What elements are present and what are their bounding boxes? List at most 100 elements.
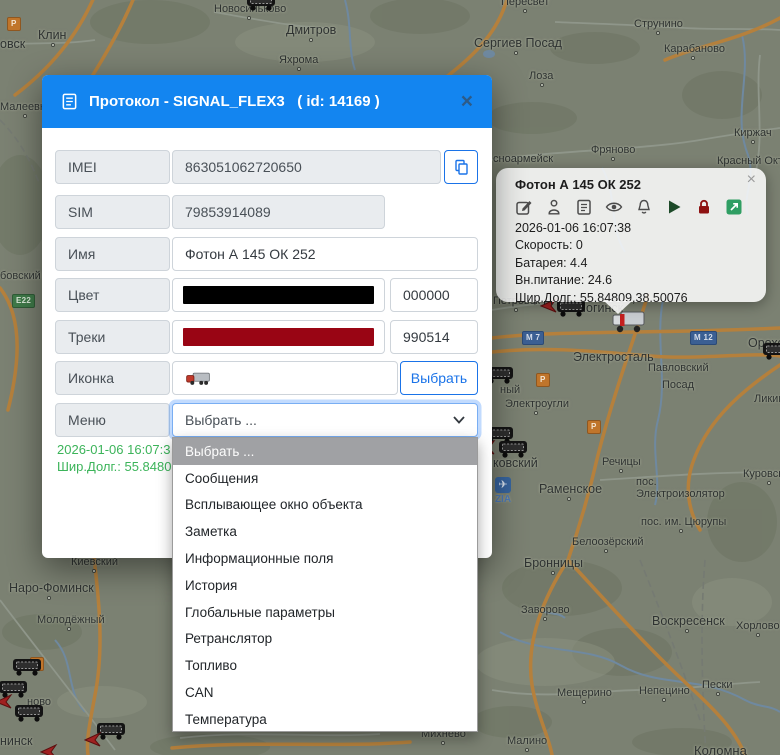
map-place-label: Карабаново <box>664 43 725 55</box>
modal-close-icon[interactable]: × <box>461 91 473 112</box>
external-link-icon[interactable] <box>725 198 743 216</box>
map-place-label: Павловский <box>648 362 709 374</box>
person-icon[interactable] <box>545 198 563 216</box>
chevron-down-icon <box>453 416 465 424</box>
choose-icon-button[interactable]: Выбрать <box>400 361 478 395</box>
map-place-label: ный <box>500 384 520 396</box>
road-badge: М 12 <box>690 331 717 345</box>
town-dot <box>551 571 555 575</box>
dropdown-option[interactable]: История <box>173 572 477 599</box>
status-coords: Шир.Долг.: 55.84809,38.50076 <box>57 458 171 475</box>
dropdown-option[interactable]: Всплывающее окно объекта <box>173 492 477 519</box>
direction-arrow-marker[interactable] <box>84 732 102 747</box>
dropdown-option[interactable]: Ретранслятор <box>173 626 477 653</box>
tracks-hex-field[interactable]: 990514 <box>390 320 478 354</box>
map-place-label: Заворово <box>521 604 570 616</box>
map-place-label: Посад <box>662 379 694 391</box>
modal-header: Протокол - SIGNAL_FLEX3 ( id: 14169 ) × <box>42 75 492 128</box>
icon-label: Иконка <box>55 361 170 395</box>
vehicle-marker[interactable] <box>762 340 780 360</box>
town-dot <box>540 83 544 87</box>
menu-label: Меню <box>55 403 170 437</box>
map-place-label: Яхрома <box>279 54 318 66</box>
status-datetime: 2026-01-06 16:07:38 <box>57 441 171 458</box>
dropdown-option[interactable]: Сообщения <box>173 465 477 492</box>
map-place-label: пос. <box>636 476 657 488</box>
sim-field[interactable]: 79853914089 <box>172 195 385 229</box>
road-badge: Р <box>536 373 550 387</box>
town-dot <box>247 16 251 20</box>
town-dot <box>309 38 313 42</box>
direction-arrow-marker[interactable] <box>0 694 13 709</box>
map-place-label: Клин <box>38 28 66 42</box>
town-dot <box>662 698 666 702</box>
eye-icon[interactable] <box>605 198 623 216</box>
town-dot <box>756 633 760 637</box>
road-badge: Р <box>587 420 601 434</box>
tracks-label: Треки <box>55 320 170 354</box>
menu-select[interactable]: Выбрать ... <box>172 403 478 437</box>
object-popup: × Фотон А 145 ОК 252 2026-01-06 16:07:38… <box>496 168 766 302</box>
map-place-label: Струнино <box>634 18 683 30</box>
lock-icon[interactable] <box>695 198 713 216</box>
road-badge: Р <box>7 17 21 31</box>
town-dot <box>523 9 527 13</box>
airport-marker: ✈ZIA <box>494 477 512 505</box>
map-place-label: Красный Октябрь <box>717 155 780 167</box>
color-hex-field[interactable]: 000000 <box>390 278 478 312</box>
map-place-label: нинск <box>0 734 33 748</box>
road-badge: М 7 <box>522 331 544 345</box>
bell-icon[interactable] <box>635 198 653 216</box>
name-label: Имя <box>55 237 170 271</box>
menu-select-value: Выбрать ... <box>185 412 257 428</box>
map-place-label: Раменское <box>539 482 602 496</box>
imei-label: IMEI <box>55 150 170 184</box>
list-icon[interactable] <box>575 198 593 216</box>
popup-tail <box>604 301 632 314</box>
vehicle-marker[interactable] <box>14 702 44 722</box>
app-window: НовосиньковоКлиновскДмитровЯхромаПересве… <box>0 0 780 755</box>
town-dot <box>611 157 615 161</box>
icon-preview-field[interactable] <box>172 361 398 395</box>
popup-close-icon[interactable]: × <box>747 171 756 189</box>
menu-dropdown-list: Выбрать ...СообщенияВсплывающее окно объ… <box>172 437 478 732</box>
color-picker-field[interactable] <box>172 278 385 312</box>
name-field[interactable]: Фотон А 145 ОК 252 <box>172 237 478 271</box>
popup-toolbar <box>515 196 752 218</box>
map-place-label: Ликино-Дулёво <box>754 393 780 405</box>
town-dot <box>51 43 55 47</box>
dropdown-option[interactable]: Топливо <box>173 652 477 679</box>
town-dot <box>582 700 586 704</box>
road-badge: Е22 <box>12 294 35 308</box>
dropdown-option[interactable]: Информационные поля <box>173 545 477 572</box>
map-place-label: овск <box>0 37 25 51</box>
map-place-label: Белоозёрский <box>572 536 644 548</box>
map-place-label: Электроизолятор <box>636 488 725 500</box>
vehicle-marker[interactable] <box>12 656 42 676</box>
imei-field[interactable]: 863051062720650 <box>172 150 441 184</box>
map-place-label: Речицы <box>602 456 641 468</box>
town-dot <box>716 692 720 696</box>
dropdown-option[interactable]: Выбрать ... <box>173 438 477 465</box>
map-place-label: Киржач <box>734 127 772 139</box>
map-place-label: Молодёжный <box>37 614 105 626</box>
play-icon[interactable] <box>665 198 683 216</box>
airplane-icon: ✈ <box>495 477 511 493</box>
copy-imei-button[interactable] <box>444 150 478 184</box>
direction-arrow-marker[interactable] <box>40 744 58 755</box>
map-place-label: Пересвет <box>501 0 549 8</box>
vehicle-marker[interactable] <box>246 0 276 11</box>
vehicle-marker[interactable] <box>498 438 528 458</box>
popup-status-line: Шир.Долг.: 55.84809,38.50076 <box>515 290 752 307</box>
map-place-label: Малино <box>507 735 547 747</box>
tracks-picker-field[interactable] <box>172 320 385 354</box>
dropdown-option[interactable]: Температура <box>173 706 477 732</box>
dropdown-option[interactable]: Заметка <box>173 518 477 545</box>
dropdown-option[interactable]: Глобальные параметры <box>173 599 477 626</box>
copy-icon <box>453 159 469 175</box>
edit-icon[interactable] <box>515 198 533 216</box>
town-dot <box>534 411 538 415</box>
color-swatch <box>183 286 374 304</box>
map-place-label: Фряново <box>591 144 635 156</box>
dropdown-option[interactable]: CAN <box>173 679 477 706</box>
